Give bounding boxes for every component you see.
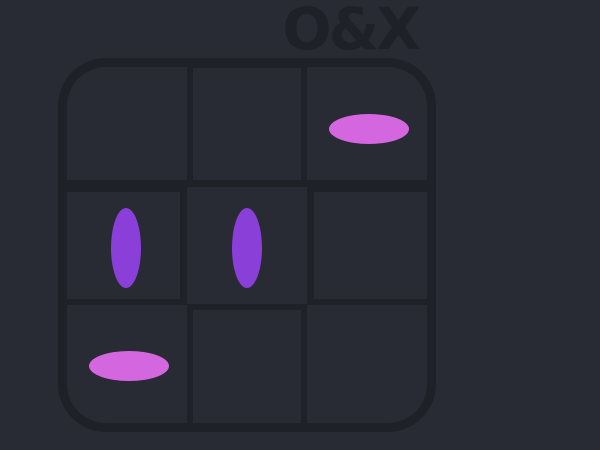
vertical-oval-mark-icon [232, 208, 262, 288]
board-cell-r2-c2[interactable] [187, 187, 307, 304]
game-board [58, 58, 436, 432]
board-cell-r1-c3[interactable] [307, 67, 427, 180]
board-cell-r3-c3[interactable] [307, 305, 427, 423]
horizontal-oval-mark-icon [329, 114, 409, 144]
vertical-oval-mark-icon [111, 208, 141, 288]
board-cell-r2-c3[interactable] [314, 192, 427, 299]
board-cell-r3-c2[interactable] [193, 310, 301, 423]
board-cell-r3-c1[interactable] [67, 305, 187, 423]
board-cell-r2-c1[interactable] [67, 192, 180, 299]
board-cell-r1-c1[interactable] [67, 67, 187, 180]
board-cell-r1-c2[interactable] [193, 68, 301, 180]
game-title: O&X [282, 0, 421, 63]
horizontal-oval-mark-icon [89, 351, 169, 381]
